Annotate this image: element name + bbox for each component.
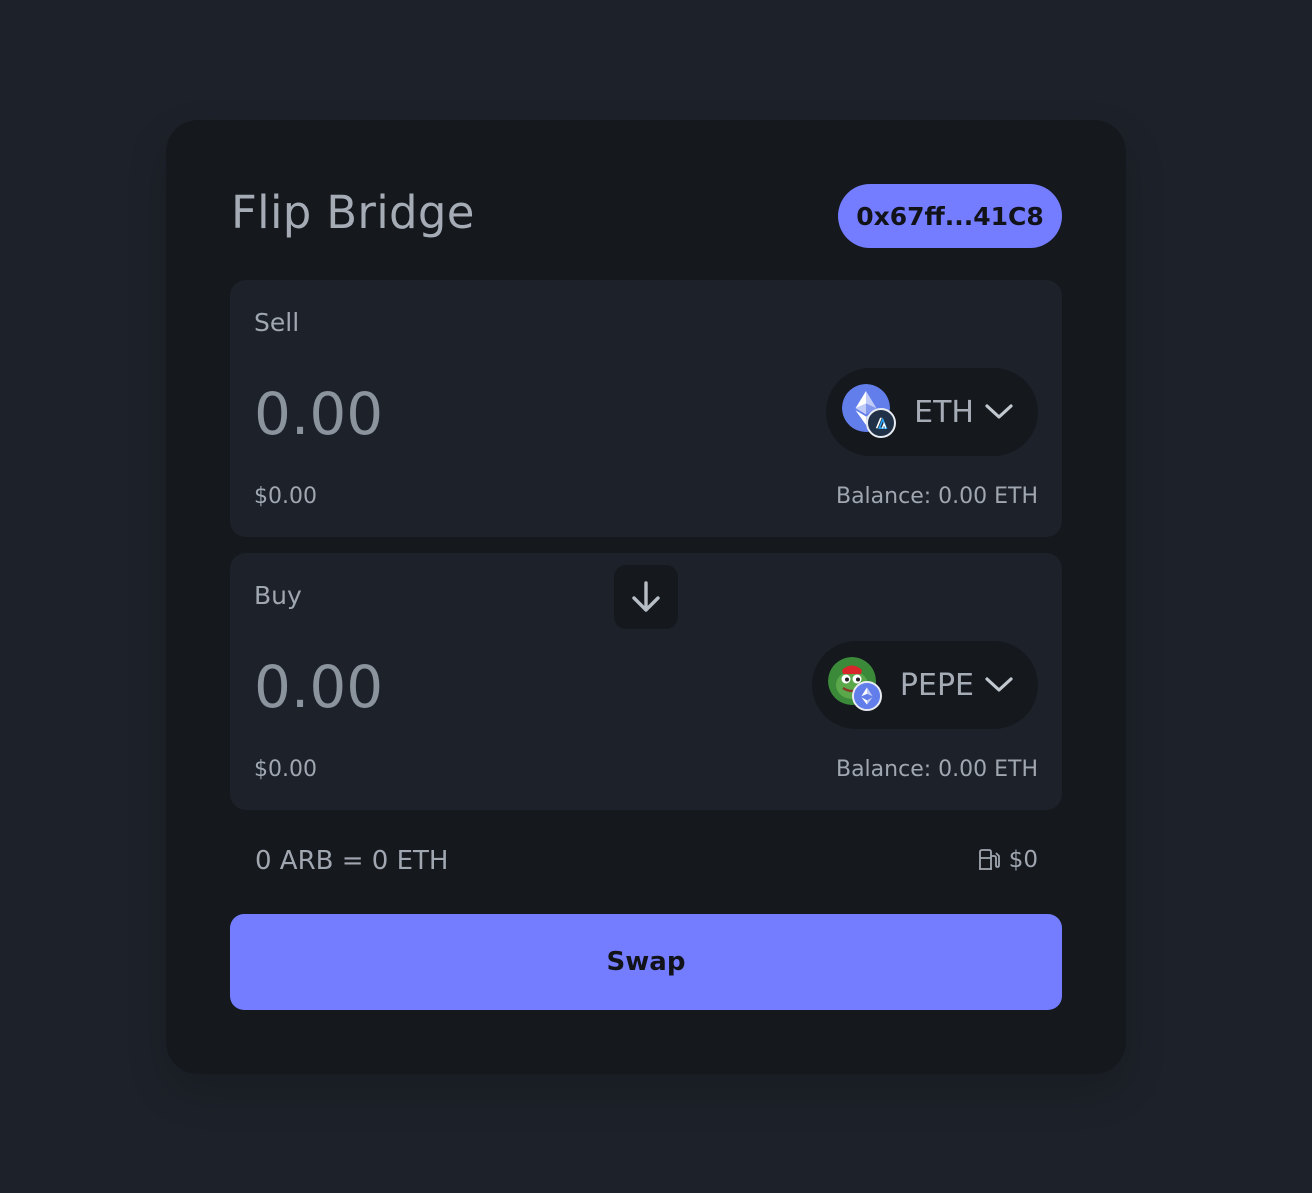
bridge-card: Flip Bridge 0x67ff...41C8 Sell 0.00 ETH … bbox=[166, 120, 1126, 1074]
buy-token-icon-group bbox=[827, 657, 884, 713]
gas-pump-icon bbox=[978, 849, 1000, 870]
sell-usd-value: $0.00 bbox=[254, 484, 317, 509]
sell-token-icon-group bbox=[842, 384, 898, 440]
sell-token-symbol: ETH bbox=[914, 394, 974, 430]
buy-token-symbol: PEPE bbox=[899, 667, 974, 703]
buy-usd-value: $0.00 bbox=[254, 757, 317, 782]
sell-label: Sell bbox=[254, 308, 300, 337]
wallet-address-button[interactable]: 0x67ff...41C8 bbox=[838, 184, 1062, 248]
chevron-down-icon bbox=[984, 675, 1014, 695]
arbitrum-icon bbox=[866, 408, 897, 438]
sell-balance: Balance: 0.00 ETH bbox=[835, 484, 1038, 509]
chevron-down-icon bbox=[984, 402, 1014, 422]
flip-direction-button[interactable] bbox=[614, 565, 678, 629]
gas-fee-value: $0 bbox=[1008, 847, 1038, 873]
swap-button[interactable]: Swap bbox=[230, 914, 1062, 1010]
buy-label: Buy bbox=[254, 581, 302, 610]
gas-fee: $0 bbox=[977, 847, 1038, 873]
sell-amount-input[interactable] bbox=[254, 380, 774, 448]
ethereum-badge-icon bbox=[851, 681, 882, 711]
buy-token-selector[interactable]: PEPE bbox=[811, 641, 1038, 729]
sell-token-selector[interactable]: ETH bbox=[826, 368, 1038, 456]
sell-panel: Sell ETH bbox=[230, 280, 1062, 537]
buy-amount-input[interactable] bbox=[254, 653, 774, 721]
arrow-down-icon bbox=[632, 581, 660, 612]
exchange-rate: 0 ARB = 0 ETH bbox=[255, 846, 449, 876]
page-title: Flip Bridge bbox=[231, 186, 475, 239]
buy-balance: Balance: 0.00 ETH bbox=[835, 757, 1038, 782]
